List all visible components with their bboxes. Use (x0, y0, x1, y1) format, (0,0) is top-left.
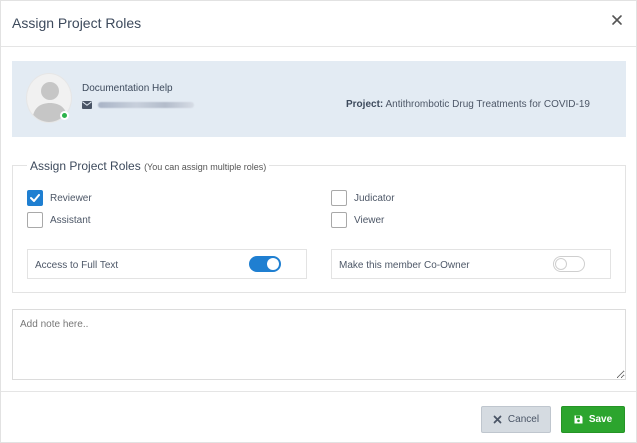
roles-legend-title: Assign Project Roles (30, 159, 141, 173)
toggle-label: Make this member Co-Owner (339, 260, 470, 271)
co-owner-toggle[interactable] (553, 256, 585, 272)
role-label: Viewer (354, 214, 385, 226)
note-textarea[interactable] (12, 309, 626, 380)
online-status-dot (60, 111, 69, 120)
co-owner-card: Make this member Co-Owner (331, 249, 611, 279)
toggle-knob (267, 258, 279, 270)
checkbox[interactable] (27, 190, 43, 206)
member-name: Documentation Help (82, 83, 173, 94)
project-info: Project: Antithrombotic Drug Treatments … (346, 99, 590, 110)
save-button[interactable]: Save (561, 406, 625, 433)
email-redacted (98, 102, 194, 108)
roles-legend-hint: (You can assign multiple roles) (144, 162, 267, 172)
toggle-label: Access to Full Text (35, 260, 119, 271)
checkbox[interactable] (331, 190, 347, 206)
role-checkbox-viewer[interactable]: Viewer (331, 212, 384, 228)
assign-roles-modal: Assign Project Roles Documentation Help … (0, 0, 637, 443)
save-label: Save (588, 414, 613, 425)
full-text-access-card: Access to Full Text (27, 249, 307, 279)
member-card: Documentation Help Project: Antithrombot… (12, 61, 626, 137)
footer-divider (1, 391, 636, 392)
project-name: Antithrombotic Drug Treatments for COVID… (385, 99, 590, 110)
role-label: Judicator (354, 192, 395, 204)
roles-legend: Assign Project Roles (You can assign mul… (27, 159, 270, 173)
toggle-knob (555, 258, 567, 270)
role-checkbox-judicator[interactable]: Judicator (331, 190, 395, 206)
cancel-button[interactable]: Cancel (481, 406, 551, 433)
cancel-label: Cancel (507, 414, 540, 425)
roles-fieldset: Assign Project Roles (You can assign mul… (12, 159, 626, 293)
project-label: Project: (346, 99, 384, 110)
floppy-disk-icon (574, 415, 583, 424)
role-label: Assistant (50, 214, 91, 226)
checkbox[interactable] (27, 212, 43, 228)
close-icon (493, 415, 502, 424)
role-checkbox-reviewer[interactable]: Reviewer (27, 190, 92, 206)
envelope-icon (82, 101, 92, 109)
role-label: Reviewer (50, 192, 92, 204)
role-checkbox-assistant[interactable]: Assistant (27, 212, 91, 228)
full-text-access-toggle[interactable] (249, 256, 281, 272)
checkbox[interactable] (331, 212, 347, 228)
close-icon[interactable] (610, 13, 624, 27)
member-email (82, 99, 194, 111)
modal-title: Assign Project Roles (12, 15, 142, 31)
modal-header: Assign Project Roles (1, 1, 636, 47)
